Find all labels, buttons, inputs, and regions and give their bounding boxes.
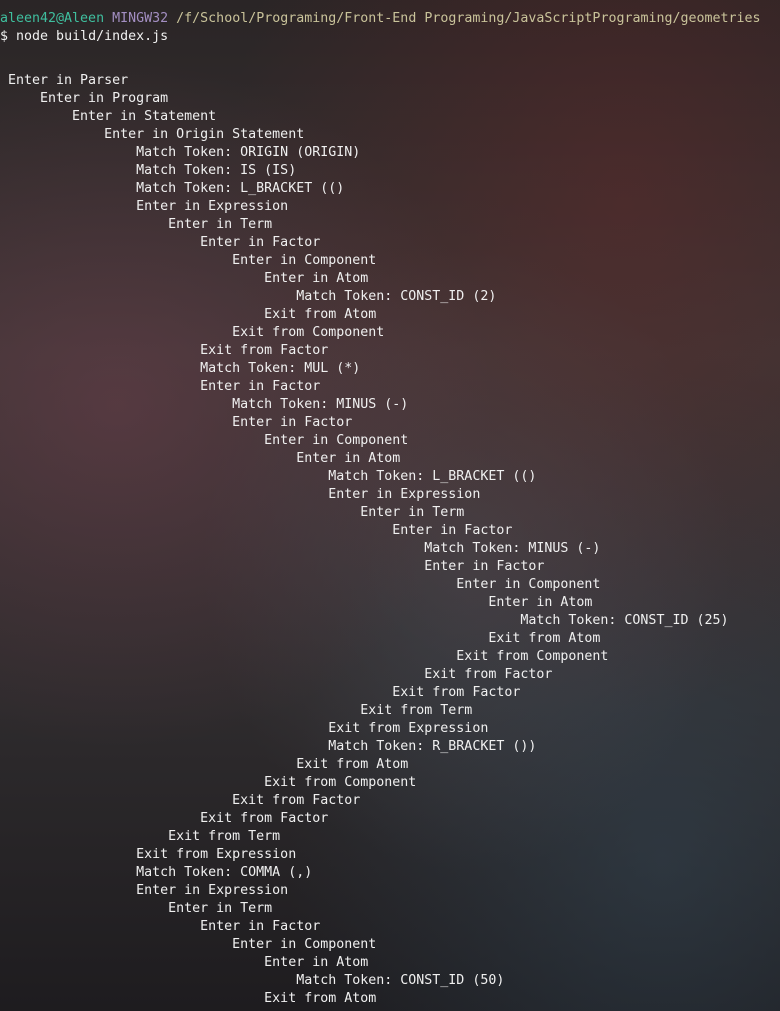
output-line: Enter in Component xyxy=(8,937,377,952)
output-line: Match Token: MINUS (-) xyxy=(8,397,409,412)
output-line: Enter in Factor xyxy=(8,523,513,538)
output-line: Exit from Expression xyxy=(8,721,489,736)
output-line: Match Token: L_BRACKET (() xyxy=(8,181,345,196)
output-line: Enter in Term xyxy=(8,901,273,916)
output-line: Exit from Factor xyxy=(8,667,553,682)
output-line: Exit from Atom xyxy=(8,991,377,1006)
prompt-user: aleen42@Aleen xyxy=(0,11,105,26)
output-line: Exit from Term xyxy=(8,703,473,718)
command-text: node build/index.js xyxy=(16,29,169,44)
output-line: Match Token: CONST_ID (50) xyxy=(8,973,505,988)
output-line: Match Token: CONST_ID (25) xyxy=(8,613,729,628)
output-line: Match Token: MUL (*) xyxy=(8,361,361,376)
output-line: Exit from Atom xyxy=(8,757,409,772)
output-line: Exit from Factor xyxy=(8,343,329,358)
output-line: Exit from Expression xyxy=(8,847,297,862)
output-line: Enter in Factor xyxy=(8,235,321,250)
output-line: Enter in Component xyxy=(8,433,409,448)
prompt-system: MINGW32 xyxy=(112,11,169,26)
output-line: Enter in Expression xyxy=(8,487,481,502)
output-line: Enter in Parser xyxy=(8,73,129,88)
output-line: Enter in Origin Statement xyxy=(8,127,305,142)
output-line: Enter in Factor xyxy=(8,379,321,394)
output-line: Enter in Statement xyxy=(8,109,217,124)
output-line: Enter in Component xyxy=(8,253,377,268)
output-line: Enter in Expression xyxy=(8,199,289,214)
output-line: Exit from Factor xyxy=(8,685,521,700)
prompt-header: aleen42@Aleen MINGW32 /f/School/Programi… xyxy=(0,10,761,28)
output-line: Enter in Term xyxy=(8,217,273,232)
output-line: Enter in Component xyxy=(8,577,601,592)
command-line[interactable]: $ node build/index.js xyxy=(0,28,168,46)
output-line: Enter in Expression xyxy=(8,883,289,898)
output-line: Enter in Factor xyxy=(8,919,321,934)
output-line: Match Token: IS (IS) xyxy=(8,163,297,178)
output-line: Exit from Factor xyxy=(8,793,361,808)
output-line: Match Token: MINUS (-) xyxy=(8,541,601,556)
output-line: Exit from Term xyxy=(8,829,281,844)
terminal-output: Enter in Parser Enter in Program Enter i… xyxy=(8,72,729,1008)
output-line: Match Token: R_BRACKET ()) xyxy=(8,739,537,754)
output-line: Enter in Program xyxy=(8,91,169,106)
output-line: Enter in Atom xyxy=(8,955,369,970)
output-line: Enter in Atom xyxy=(8,271,369,286)
prompt-path: /f/School/Programing/Front-End Programin… xyxy=(176,11,761,26)
output-line: Enter in Atom xyxy=(8,595,593,610)
output-line: Match Token: ORIGIN (ORIGIN) xyxy=(8,145,361,160)
output-line: Exit from Atom xyxy=(8,631,601,646)
output-line: Exit from Component xyxy=(8,775,417,790)
output-line: Match Token: L_BRACKET (() xyxy=(8,469,537,484)
output-line: Exit from Component xyxy=(8,325,385,340)
prompt-symbol: $ xyxy=(0,29,9,44)
output-line: Enter in Atom xyxy=(8,451,401,466)
output-line: Exit from Factor xyxy=(8,811,329,826)
output-line: Exit from Atom xyxy=(8,307,377,322)
output-line: Enter in Factor xyxy=(8,415,353,430)
output-line: Match Token: COMMA (,) xyxy=(8,865,313,880)
output-line: Enter in Factor xyxy=(8,559,545,574)
output-line: Enter in Term xyxy=(8,505,465,520)
output-line: Match Token: CONST_ID (2) xyxy=(8,289,497,304)
output-line: Exit from Component xyxy=(8,649,609,664)
